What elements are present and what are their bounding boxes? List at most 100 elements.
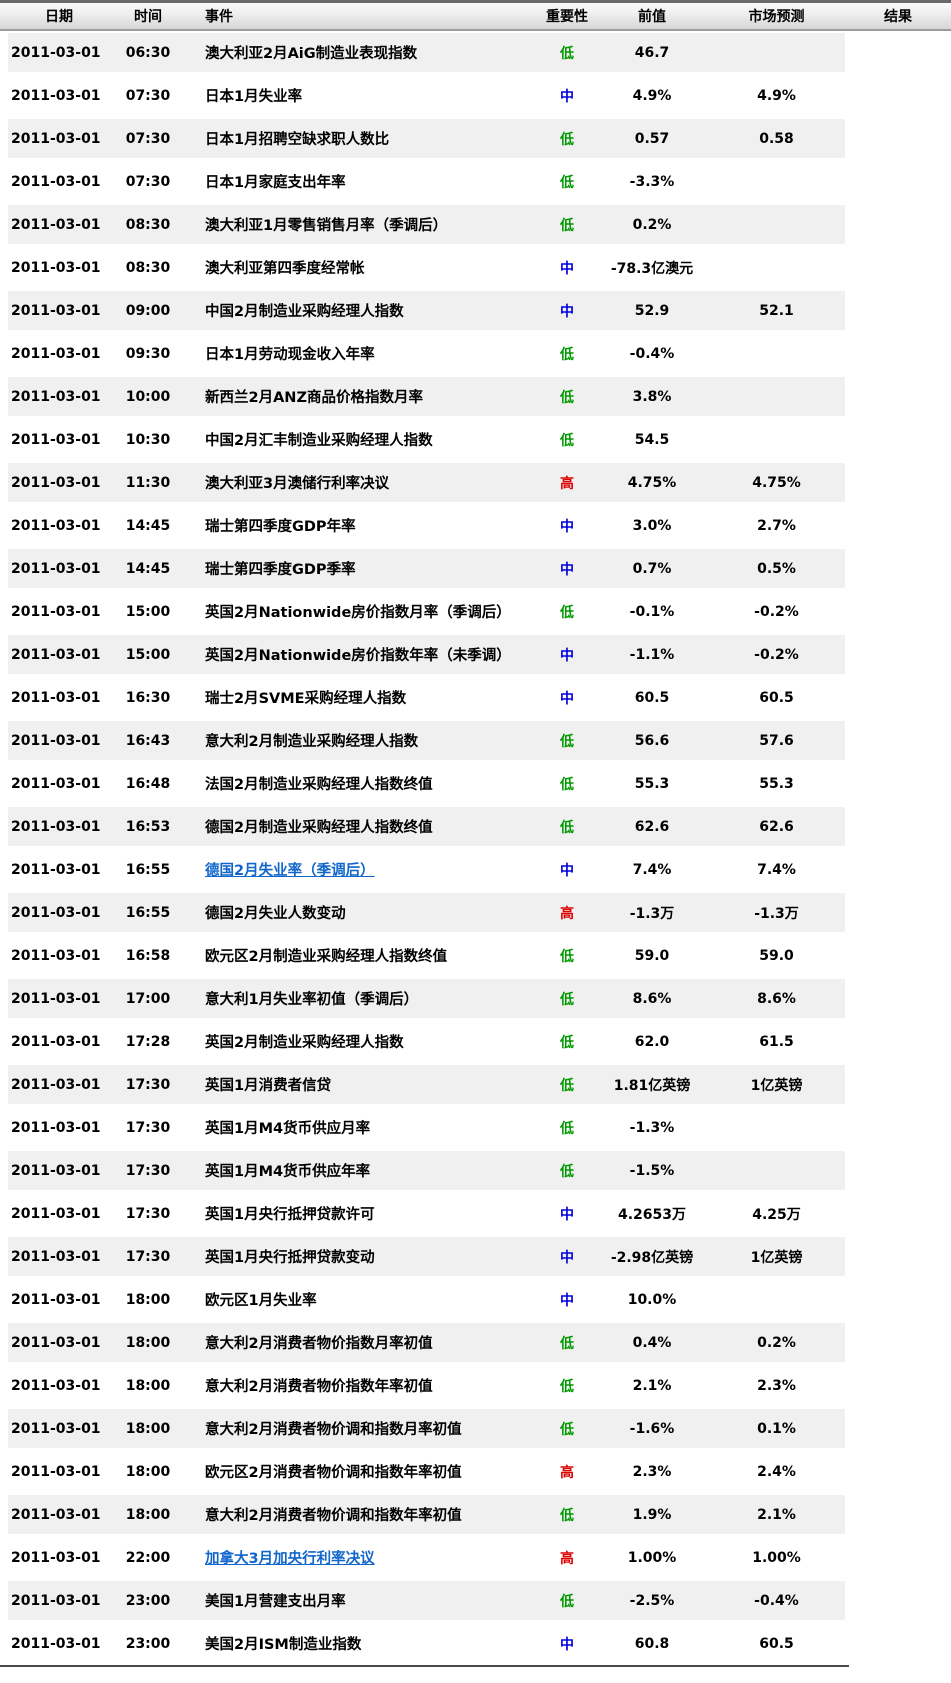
importance-badge: 高	[560, 905, 574, 922]
result-cell	[845, 117, 951, 160]
table-bottom-rule	[0, 1665, 849, 1667]
previous-value-cell: 0.57	[634, 130, 670, 147]
result-cell	[845, 676, 951, 719]
date-cell: 2011-03-01	[11, 388, 101, 405]
importance-badge: 中	[560, 1249, 574, 1266]
time-cell: 16:55	[125, 861, 171, 878]
time-cell: 17:30	[125, 1162, 171, 1179]
event-label: 英国1月央行抵押贷款许可	[205, 1207, 375, 1223]
event-label: 中国2月汇丰制造业采购经理人指数	[205, 433, 433, 449]
time-cell: 18:00	[125, 1291, 171, 1308]
event-cell: 英国1月M4货币供应年率	[186, 1160, 538, 1181]
table-row: 2011-03-01 17:30 英国1月央行抵押贷款许可 中 4.2653万 …	[0, 1192, 951, 1235]
time-cell: 18:00	[125, 1377, 171, 1394]
previous-value-cell: 2.3%	[632, 1463, 672, 1480]
date-cell: 2011-03-01	[11, 1592, 101, 1609]
date-cell: 2011-03-01	[11, 474, 101, 491]
table-row: 2011-03-01 16:58 欧元区2月制造业采购经理人指数终值 低 59.…	[0, 934, 951, 977]
previous-value-cell: -1.5%	[629, 1162, 675, 1179]
previous-value-cell: 1.9%	[632, 1506, 672, 1523]
date-cell: 2011-03-01	[11, 1205, 101, 1222]
event-cell: 英国2月Nationwide房价指数月率（季调后）	[186, 601, 538, 622]
result-cell	[845, 1536, 951, 1579]
event-label: 澳大利亚第四季度经常帐	[205, 261, 365, 277]
event-label: 欧元区1月失业率	[205, 1293, 317, 1309]
importance-badge: 低	[560, 217, 574, 234]
column-header-time: 时间	[134, 9, 162, 25]
time-cell: 23:00	[125, 1592, 171, 1609]
importance-badge: 高	[560, 1550, 574, 1567]
event-label: 意大利2月制造业采购经理人指数	[205, 734, 419, 750]
event-cell: 欧元区2月消费者物价调和指数年率初值	[186, 1461, 538, 1482]
event-label: 美国1月营建支出月率	[205, 1594, 346, 1610]
date-cell: 2011-03-01	[11, 345, 101, 362]
table-row: 2011-03-01 07:30 日本1月失业率 中 4.9% 4.9%	[0, 74, 951, 117]
result-cell	[845, 1579, 951, 1622]
event-cell: 日本1月家庭支出年率	[186, 171, 538, 192]
result-cell	[845, 1450, 951, 1493]
forecast-value-cell: 60.5	[759, 1635, 794, 1652]
forecast-value-cell: -1.3万	[754, 905, 799, 922]
importance-badge: 低	[560, 174, 574, 191]
table-row: 2011-03-01 11:30 澳大利亚3月澳储行利率决议 高 4.75% 4…	[0, 461, 951, 504]
previous-value-cell: -0.4%	[629, 345, 675, 362]
result-cell	[845, 1192, 951, 1235]
result-cell	[845, 590, 951, 633]
importance-badge: 高	[560, 475, 574, 492]
event-cell: 意大利2月消费者物价调和指数年率初值	[186, 1504, 538, 1525]
importance-badge: 低	[560, 346, 574, 363]
event-link[interactable]: 德国2月失业率（季调后）	[205, 863, 375, 879]
forecast-value-cell: 62.6	[759, 818, 794, 835]
event-label: 意大利2月消费者物价调和指数月率初值	[205, 1422, 462, 1438]
economic-calendar-table: 2011-03-01 06:30 澳大利亚2月AiG制造业表现指数 低 46.7…	[0, 31, 951, 1665]
previous-value-cell: 0.4%	[632, 1334, 672, 1351]
date-cell: 2011-03-01	[11, 517, 101, 534]
importance-badge: 低	[560, 948, 574, 965]
forecast-value-cell: 2.1%	[757, 1506, 796, 1523]
event-cell: 英国1月央行抵押贷款许可	[186, 1203, 538, 1224]
result-cell	[845, 461, 951, 504]
event-cell: 欧元区2月制造业采购经理人指数终值	[186, 945, 538, 966]
previous-value-cell: -2.5%	[629, 1592, 675, 1609]
table-row: 2011-03-01 08:30 澳大利亚第四季度经常帐 中 -78.3亿澳元	[0, 246, 951, 289]
importance-badge: 中	[560, 561, 574, 578]
previous-value-cell: -0.1%	[629, 603, 675, 620]
column-header-previous: 前值	[638, 9, 666, 25]
event-label: 澳大利亚2月AiG制造业表现指数	[205, 46, 418, 62]
event-label: 意大利2月消费者物价指数年率初值	[205, 1379, 433, 1395]
column-header-forecast: 市场预测	[748, 9, 805, 25]
date-cell: 2011-03-01	[11, 44, 101, 61]
event-label: 英国1月M4货币供应月率	[205, 1121, 371, 1137]
result-cell	[845, 418, 951, 461]
date-cell: 2011-03-01	[11, 87, 101, 104]
event-label: 欧元区2月制造业采购经理人指数终值	[205, 949, 448, 965]
result-cell	[845, 934, 951, 977]
date-cell: 2011-03-01	[11, 1420, 101, 1437]
date-cell: 2011-03-01	[11, 689, 101, 706]
event-label: 英国1月M4货币供应年率	[205, 1164, 371, 1180]
forecast-value-cell: 4.25万	[752, 1206, 801, 1223]
time-cell: 10:00	[125, 388, 171, 405]
importance-badge: 中	[560, 518, 574, 535]
result-cell	[845, 246, 951, 289]
result-cell	[845, 1106, 951, 1149]
date-cell: 2011-03-01	[11, 302, 101, 319]
event-cell: 意大利2月制造业采购经理人指数	[186, 730, 538, 751]
event-cell: 日本1月劳动现金收入年率	[186, 343, 538, 364]
time-cell: 07:30	[125, 130, 171, 147]
result-cell	[845, 977, 951, 1020]
previous-value-cell: -2.98亿英镑	[610, 1249, 694, 1266]
event-link[interactable]: 加拿大3月加央行利率决议	[205, 1551, 375, 1567]
table-row: 2011-03-01 16:48 法国2月制造业采购经理人指数终值 低 55.3…	[0, 762, 951, 805]
importance-badge: 中	[560, 862, 574, 879]
event-cell: 法国2月制造业采购经理人指数终值	[186, 773, 538, 794]
event-cell: 美国2月ISM制造业指数	[186, 1633, 538, 1654]
previous-value-cell: 1.00%	[627, 1549, 677, 1566]
event-cell: 欧元区1月失业率	[186, 1289, 538, 1310]
event-cell: 加拿大3月加央行利率决议	[186, 1547, 538, 1568]
previous-value-cell: 10.0%	[627, 1291, 677, 1308]
time-cell: 15:00	[125, 603, 171, 620]
event-label: 法国2月制造业采购经理人指数终值	[205, 777, 433, 793]
date-cell: 2011-03-01	[11, 818, 101, 835]
importance-badge: 低	[560, 131, 574, 148]
